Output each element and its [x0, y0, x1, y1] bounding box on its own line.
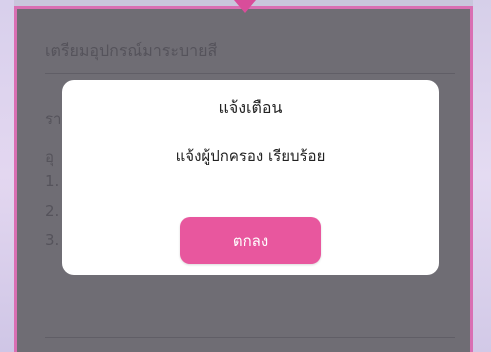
card-line: 2. — [45, 202, 60, 220]
dialog-message: แจ้งผู้ปกครอง เรียบร้อย — [175, 147, 326, 165]
dialog-title: แจ้งเตือน — [218, 98, 283, 117]
pointer-arrow-icon — [234, 0, 256, 13]
card-line: 3. — [45, 231, 60, 249]
card-line: อุ — [45, 148, 55, 166]
frame-edge-left — [0, 0, 14, 352]
ok-button[interactable]: ตกลง — [180, 217, 321, 264]
card-footer-divider — [45, 337, 455, 338]
card-title: เตรียมอุปกรณ์มาระบายสี — [45, 41, 218, 60]
card-line: รา — [45, 110, 62, 128]
card-line: 1. — [45, 172, 60, 190]
card-divider — [45, 73, 455, 74]
frame-edge-right — [473, 0, 491, 352]
alert-dialog: แจ้งเตือน แจ้งผู้ปกครอง เรียบร้อย ตกลง — [62, 80, 439, 275]
